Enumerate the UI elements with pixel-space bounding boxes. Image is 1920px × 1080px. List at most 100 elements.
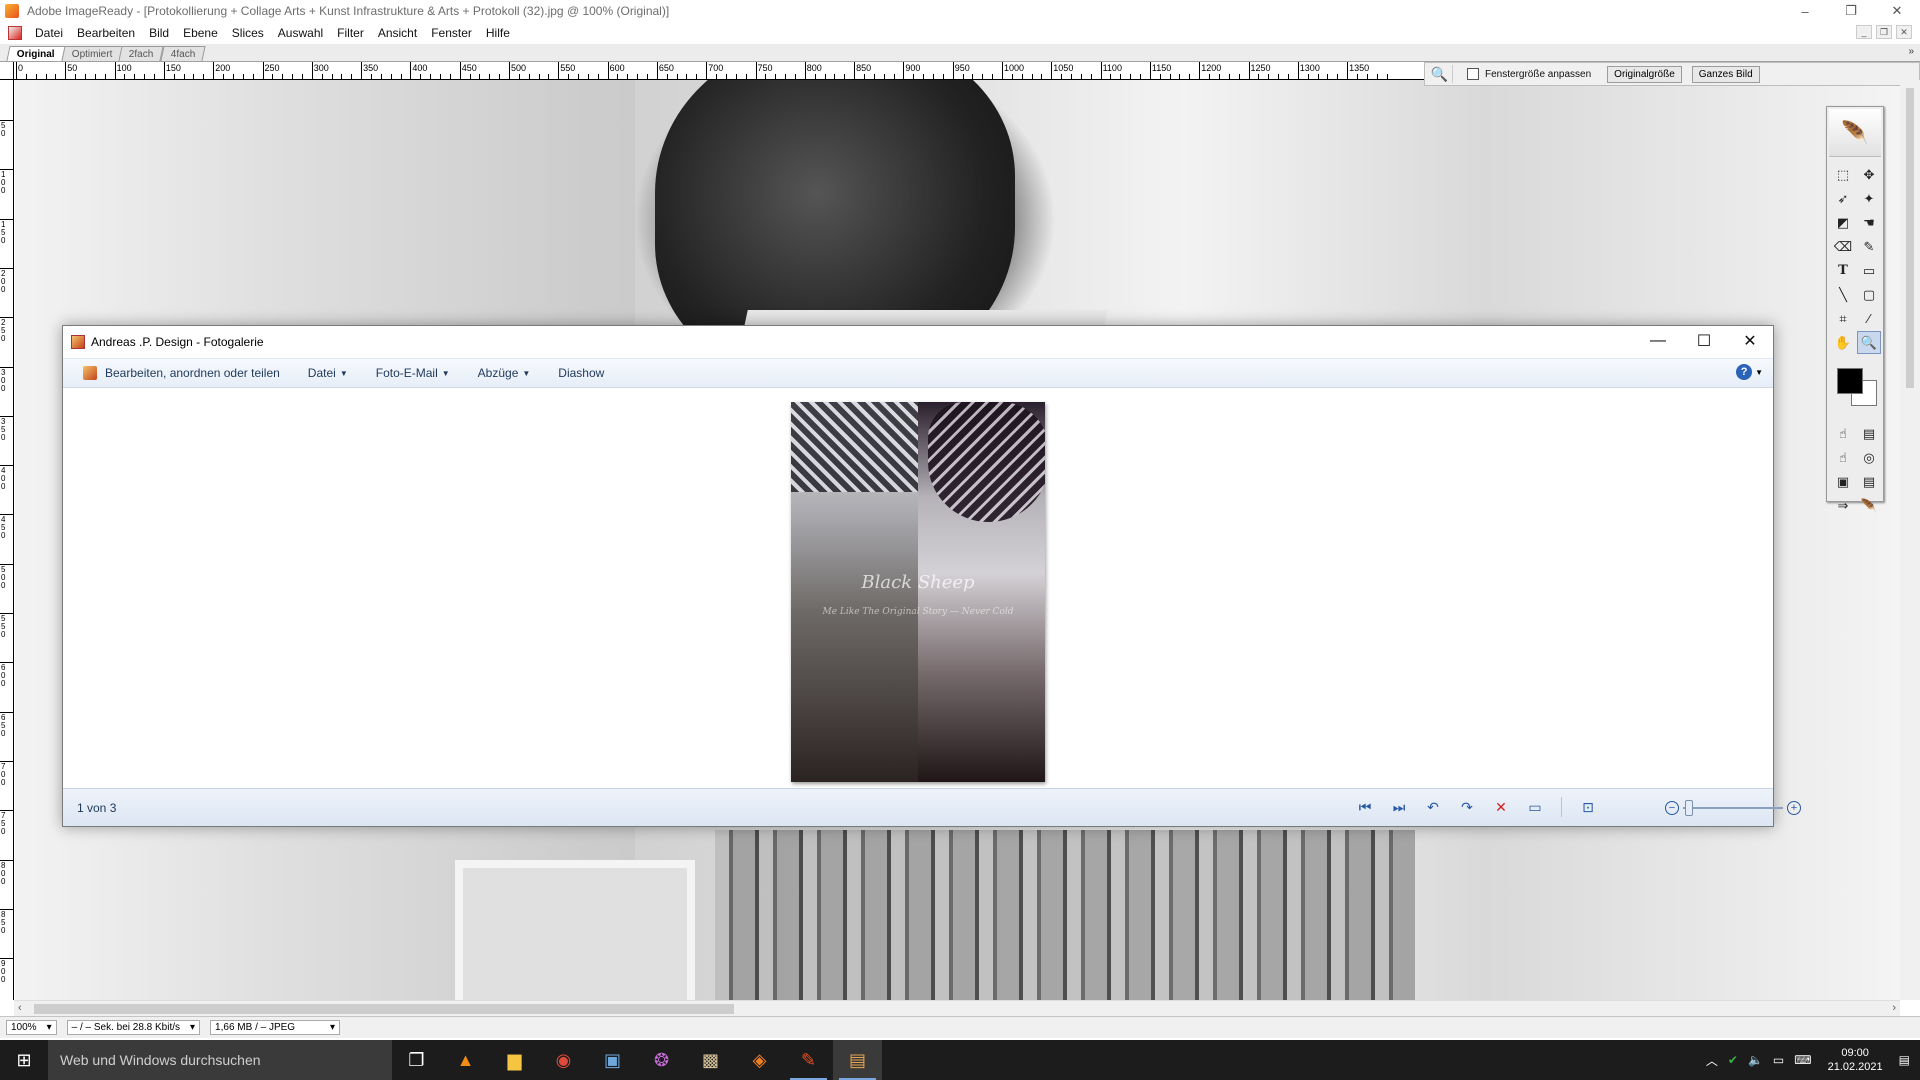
delete-icon[interactable]: ✕: [1489, 797, 1513, 817]
restore-button[interactable]: ❐: [1828, 0, 1874, 22]
menu-ebene[interactable]: Ebene: [176, 26, 225, 40]
type-tool-icon[interactable]: T: [1831, 259, 1855, 282]
rectangle-shape-tool-icon[interactable]: ▭: [1857, 259, 1881, 282]
menu-bearbeiten[interactable]: Bearbeiten: [70, 26, 142, 40]
menu-ansicht[interactable]: Ansicht: [371, 26, 424, 40]
gallery-minimize-button[interactable]: —: [1635, 326, 1681, 356]
rollover-preview-icon[interactable]: ☝: [1831, 446, 1855, 469]
rectangular-marquee-tool-icon[interactable]: ⬚: [1831, 163, 1855, 186]
magic-wand-tool-icon[interactable]: ✦: [1857, 187, 1881, 210]
gallery-photo[interactable]: Black Sheep Me Like The Original Story —…: [791, 402, 1045, 782]
jump-feather-icon[interactable]: 🪶: [1857, 494, 1881, 517]
photo-email-button[interactable]: Foto-E-Mail ▼: [376, 366, 450, 380]
foreground-color-swatch[interactable]: [1837, 368, 1863, 394]
zoom-in-icon[interactable]: +: [1787, 801, 1801, 815]
zoom-slider[interactable]: [1683, 800, 1783, 816]
hand-tool-icon[interactable]: ✋: [1831, 331, 1855, 354]
language-icon[interactable]: ⌨: [1794, 1053, 1811, 1067]
taskbar-clock[interactable]: 09:00 21.02.2021: [1822, 1046, 1889, 1074]
gallery-maximize-button[interactable]: ☐: [1681, 326, 1727, 356]
zoom-level-field[interactable]: 100% ▾: [6, 1020, 57, 1035]
notification-center-icon[interactable]: ▤: [1899, 1053, 1910, 1067]
horizontal-scroll-thumb[interactable]: [34, 1004, 734, 1014]
eyedropper-tool-icon[interactable]: ⁄: [1857, 307, 1881, 330]
vertical-scrollbar[interactable]: [1900, 80, 1920, 1000]
line-tool-icon[interactable]: ╲: [1831, 283, 1855, 306]
tray-security-icon[interactable]: ✔: [1728, 1053, 1738, 1067]
scroll-right-icon[interactable]: ›: [1892, 1002, 1896, 1014]
doc-minimize-button[interactable]: _: [1856, 25, 1872, 39]
horizontal-scrollbar[interactable]: ‹ ›: [14, 1000, 1900, 1016]
slideshow-icon[interactable]: ▭: [1523, 797, 1547, 817]
tab-4fach[interactable]: 4fach: [160, 46, 206, 61]
minimize-button[interactable]: –: [1782, 0, 1828, 22]
file-explorer-icon[interactable]: ▆: [490, 1040, 539, 1080]
actual-size-button[interactable]: Originalgröße: [1607, 65, 1682, 83]
tray-overflow-icon[interactable]: ︿: [1706, 1052, 1718, 1069]
zoom-tool-icon[interactable]: 🔍: [1857, 331, 1881, 354]
move-tool-icon[interactable]: ✥: [1857, 163, 1881, 186]
tab-2fach[interactable]: 2fach: [118, 46, 165, 61]
slice-tool-icon[interactable]: ◩: [1831, 211, 1855, 234]
gallery-close-button[interactable]: ✕: [1727, 326, 1773, 356]
slice-select-tool-icon[interactable]: ☚: [1857, 211, 1881, 234]
gallery-image-viewer[interactable]: Black Sheep Me Like The Original Story —…: [63, 388, 1773, 788]
tab-scroll-icon[interactable]: »: [1908, 46, 1914, 57]
eraser-tool-icon[interactable]: ⌫: [1831, 235, 1855, 258]
doc-close-button[interactable]: ✕: [1896, 25, 1912, 39]
slideshow-button[interactable]: Diashow: [558, 366, 604, 380]
tab-optimiert[interactable]: Optimiert: [61, 46, 123, 61]
menu-fenster[interactable]: Fenster: [424, 26, 479, 40]
task-view-icon[interactable]: ❐: [392, 1040, 441, 1080]
next-image-icon[interactable]: ⏭: [1387, 797, 1411, 817]
file-menu-button[interactable]: Datei ▼: [308, 366, 348, 380]
prints-button[interactable]: Abzüge ▼: [478, 366, 531, 380]
chrome-icon[interactable]: ◉: [539, 1040, 588, 1080]
actual-size-icon[interactable]: ⊡: [1576, 797, 1600, 817]
jump-to-photoshop-icon[interactable]: ⇒: [1831, 494, 1855, 517]
crop-tool-icon[interactable]: ⌗: [1831, 307, 1855, 330]
document-icon[interactable]: [8, 26, 22, 40]
screen-mode-full-icon[interactable]: ▤: [1857, 470, 1881, 493]
previous-image-icon[interactable]: ⏮: [1353, 797, 1377, 817]
fit-on-screen-button[interactable]: Ganzes Bild: [1691, 65, 1760, 83]
photo-gallery-taskbar-icon[interactable]: ▤: [833, 1040, 882, 1080]
network-icon[interactable]: ▭: [1773, 1053, 1784, 1067]
menu-filter[interactable]: Filter: [330, 26, 371, 40]
close-button[interactable]: ✕: [1874, 0, 1920, 22]
tab-original[interactable]: Original: [6, 46, 66, 61]
zoom-out-icon[interactable]: −: [1665, 801, 1679, 815]
resize-window-checkbox[interactable]: [1467, 68, 1479, 80]
lasso-tool-icon[interactable]: ➶: [1831, 187, 1855, 210]
ruler-corner[interactable]: [0, 62, 14, 80]
imageready-feather-logo[interactable]: 🪶: [1829, 109, 1881, 157]
magnifier-icon[interactable]: 🔍: [1431, 65, 1453, 83]
rounded-rectangle-tool-icon[interactable]: ▢: [1857, 283, 1881, 306]
edit-organize-share-button[interactable]: Bearbeiten, anordnen oder teilen: [83, 366, 280, 380]
download-speed-field[interactable]: – / – Sek. bei 28.8 Kbit/s ▾: [66, 1020, 201, 1035]
vlc-icon[interactable]: ▲: [441, 1040, 490, 1080]
menu-auswahl[interactable]: Auswahl: [271, 26, 330, 40]
menu-bild[interactable]: Bild: [142, 26, 176, 40]
windows-start-icon[interactable]: ⊞: [0, 1040, 48, 1080]
volume-icon[interactable]: 🔈: [1748, 1053, 1763, 1067]
menu-hilfe[interactable]: Hilfe: [479, 26, 517, 40]
vertical-scroll-thumb[interactable]: [1906, 88, 1914, 388]
image-map-visibility-icon[interactable]: ☝: [1831, 422, 1855, 445]
ruler-top[interactable]: 0 50 100 150 200 250 300 350 400 450 500 550 600 650 7…: [14, 62, 1424, 80]
taskbar-search-box[interactable]: Web und Windows durchsuchen: [48, 1040, 392, 1080]
file-size-field[interactable]: 1,66 MB / – JPEG ▾: [210, 1020, 341, 1035]
imageready-taskbar-icon[interactable]: ✎: [784, 1040, 833, 1080]
photo-viewer-icon[interactable]: ▣: [588, 1040, 637, 1080]
brush-tool-icon[interactable]: ✎: [1857, 235, 1881, 258]
menu-slices[interactable]: Slices: [225, 26, 271, 40]
help-button[interactable]: ? ▼: [1736, 364, 1763, 380]
rotate-right-icon[interactable]: ↷: [1455, 797, 1479, 817]
preview-in-browser-icon[interactable]: ◎: [1857, 446, 1881, 469]
paint-app-icon[interactable]: ◈: [735, 1040, 784, 1080]
screen-mode-standard-icon[interactable]: ▣: [1831, 470, 1855, 493]
slice-visibility-icon[interactable]: ▤: [1857, 422, 1881, 445]
zoom-slider-handle[interactable]: [1685, 800, 1693, 816]
ruler-left[interactable]: 50 100 150 200 250 300 350 400 450 500 550 600 650 70…: [0, 80, 14, 1000]
rotate-left-icon[interactable]: ↶: [1421, 797, 1445, 817]
